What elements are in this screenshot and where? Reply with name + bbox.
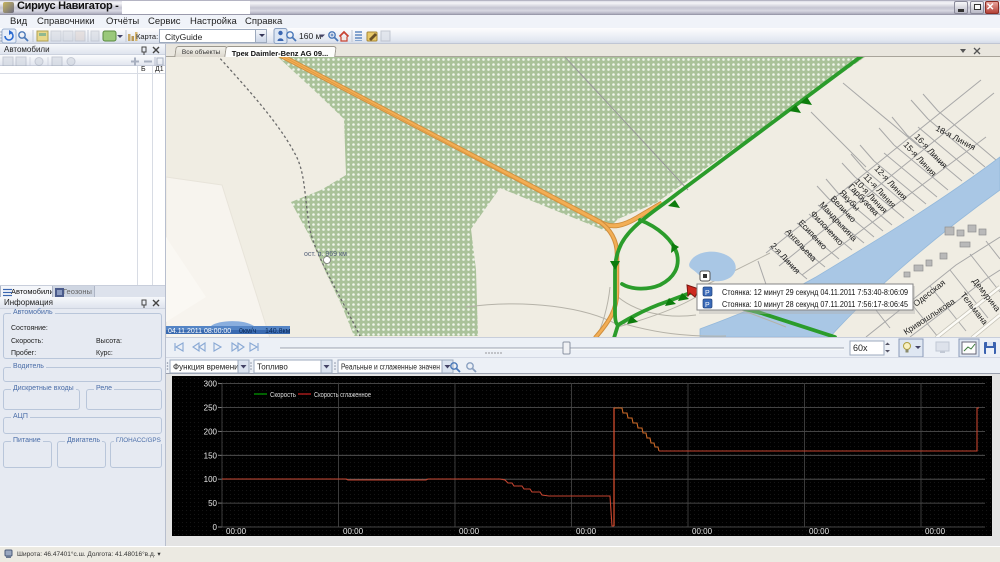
svg-text:0км/ч: 0км/ч: [239, 328, 257, 335]
svg-text:Стоянка: 12 минут 29 секунд 04: Стоянка: 12 минут 29 секунд 04.11.2011 7…: [722, 287, 908, 297]
svg-text:Скорость сглаженное: Скорость сглаженное: [314, 392, 371, 399]
svg-text:Стоянка: 10 минут 28 секунд 07: Стоянка: 10 минут 28 секунд 07.11.2011 7…: [722, 299, 908, 309]
svg-text:60x: 60x: [853, 343, 868, 353]
svg-text:160 м: 160 м: [299, 31, 322, 41]
svg-text:100: 100: [204, 475, 218, 484]
svg-text:0: 0: [213, 523, 218, 532]
svg-text:00:00: 00:00: [343, 527, 364, 536]
svg-text:P: P: [705, 302, 710, 309]
svg-text:Скорость: Скорость: [270, 392, 296, 399]
svg-text:Топливо: Топливо: [257, 363, 288, 372]
svg-text:00:00: 00:00: [809, 527, 830, 536]
svg-text:P: P: [705, 290, 710, 297]
svg-text:00:00: 00:00: [925, 527, 946, 536]
svg-text:00:00: 00:00: [459, 527, 480, 536]
svg-text:Функция времени: Функция времени: [173, 363, 239, 372]
svg-text:200: 200: [204, 427, 218, 436]
svg-text:Реальные и сглаженные значен: Реальные и сглаженные значен: [341, 363, 440, 372]
svg-text:04.11.2011 08:00:00: 04.11.2011 08:00:00: [168, 328, 231, 335]
svg-text:140.8км: 140.8км: [265, 328, 291, 335]
svg-text:250: 250: [204, 404, 218, 413]
svg-text:50: 50: [208, 499, 217, 508]
svg-text:00:00: 00:00: [226, 527, 247, 536]
svg-text:150: 150: [204, 451, 218, 460]
svg-text:300: 300: [204, 380, 218, 389]
svg-text:00:00: 00:00: [576, 527, 597, 536]
svg-text:00:00: 00:00: [692, 527, 713, 536]
